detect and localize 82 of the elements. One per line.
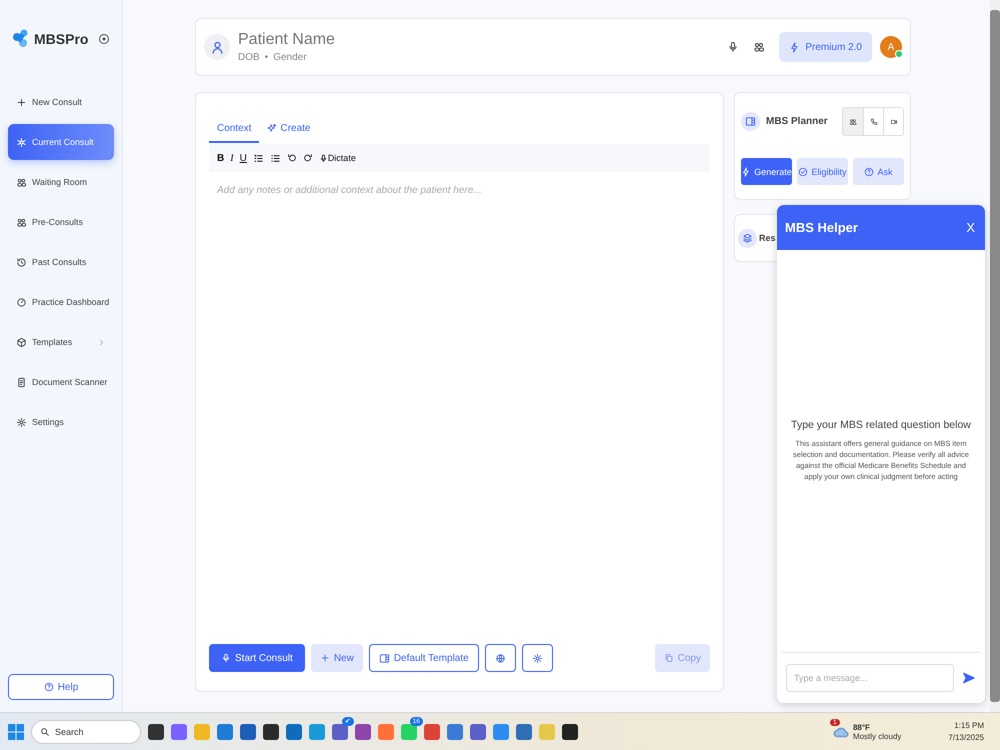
people-icon <box>849 118 857 126</box>
sidebar-item[interactable]: Practice Dashboard <box>8 284 114 320</box>
document-icon <box>16 376 27 388</box>
microphone-icon <box>318 154 328 162</box>
action-button[interactable]: Ask <box>853 158 904 185</box>
lightning-icon <box>741 166 752 176</box>
cube-icon <box>16 336 27 348</box>
temperature: 88°F <box>852 722 871 732</box>
plus-icon <box>320 653 330 663</box>
bullet-list-button[interactable] <box>270 152 281 164</box>
start-icon[interactable] <box>8 724 24 740</box>
scrollbar[interactable] <box>990 0 1000 712</box>
question-icon <box>864 166 874 176</box>
microphone-icon <box>221 653 231 663</box>
settings-icon <box>532 652 543 664</box>
layers-icon <box>738 228 757 248</box>
helper-title: MBS Helper <box>785 220 858 235</box>
helper-heading: Type your MBS related question below <box>791 419 971 432</box>
plus-icon <box>16 96 27 108</box>
sidebar-item[interactable]: Templates <box>8 324 114 360</box>
people-icon <box>16 216 27 228</box>
dictate-button[interactable]: Dictate <box>318 153 356 163</box>
language-button[interactable] <box>484 644 516 672</box>
taskbar-app-icon[interactable] <box>562 724 578 740</box>
user-icon <box>204 34 230 60</box>
search-icon <box>40 726 50 736</box>
settings-button[interactable] <box>522 644 553 672</box>
planner-title: MBS Planner <box>766 116 829 127</box>
send-button[interactable] <box>962 671 976 685</box>
brand-name: MBSPro <box>34 31 90 47</box>
resources-title: Res <box>759 233 776 243</box>
help-button[interactable]: Help <box>8 674 114 700</box>
sidebar-item[interactable]: New Consult <box>8 84 114 120</box>
gauge-icon <box>16 296 27 308</box>
microphone-icon[interactable] <box>727 41 740 53</box>
taskbar-search[interactable]: Search <box>31 720 141 744</box>
globe-icon <box>494 652 506 664</box>
video-icon <box>890 118 898 126</box>
clock[interactable]: 1:15 PM 7/13/2025 <box>948 721 984 742</box>
check-circle-icon <box>798 166 808 176</box>
taskbar-app-icon[interactable] <box>148 724 164 740</box>
people-icon[interactable] <box>753 41 766 53</box>
redo-button[interactable] <box>302 153 313 163</box>
sidebar-item[interactable]: Document Scanner <box>8 364 114 400</box>
in-person-button[interactable] <box>843 108 863 135</box>
undo-button[interactable] <box>286 153 297 163</box>
new-button[interactable]: New <box>310 644 363 672</box>
settings-icon <box>16 416 27 428</box>
template-button[interactable]: Default Template <box>368 644 479 672</box>
premium-button[interactable]: Premium 2.0 <box>779 32 872 62</box>
people-icon <box>16 176 27 188</box>
collapse-icon[interactable] <box>98 33 110 45</box>
phone-icon <box>870 118 878 126</box>
taskbar-app-icon[interactable] <box>263 724 279 740</box>
sidebar-item[interactable]: Pre-Consults <box>8 204 114 240</box>
sparkle-icon <box>267 123 278 133</box>
asterisk-icon <box>16 136 27 148</box>
patient-gender: Gender <box>273 52 307 63</box>
action-button[interactable]: Eligibility <box>797 158 848 185</box>
tab[interactable]: Create <box>259 115 318 143</box>
separator-dot: • <box>264 52 268 63</box>
history-icon <box>16 256 27 268</box>
sidebar-item[interactable]: Past Consults <box>8 244 114 280</box>
action-button[interactable]: Generate <box>741 158 792 185</box>
start-consult-button[interactable]: Start Consult <box>209 644 305 672</box>
message-input[interactable]: Type a message... <box>786 664 954 692</box>
bold-button[interactable]: B <box>217 152 224 164</box>
logo-icon <box>12 28 30 50</box>
weather-condition: Mostly cloudy <box>852 732 902 740</box>
italic-button[interactable]: I <box>230 152 234 164</box>
layout-icon <box>378 652 390 664</box>
patient-dob: DOB <box>238 52 260 63</box>
patient-name: Patient Name <box>238 31 336 49</box>
underline-button[interactable]: U <box>240 152 247 164</box>
sidebar-item[interactable]: Settings <box>8 404 114 440</box>
numbered-list-button[interactable] <box>252 152 264 164</box>
close-button[interactable]: X <box>966 220 975 235</box>
sidebar-item[interactable]: Current Consult <box>8 124 114 160</box>
video-button[interactable] <box>883 108 903 135</box>
copy-icon <box>664 653 674 663</box>
question-icon <box>44 682 54 692</box>
sidebar-item[interactable]: Waiting Room <box>8 164 114 200</box>
